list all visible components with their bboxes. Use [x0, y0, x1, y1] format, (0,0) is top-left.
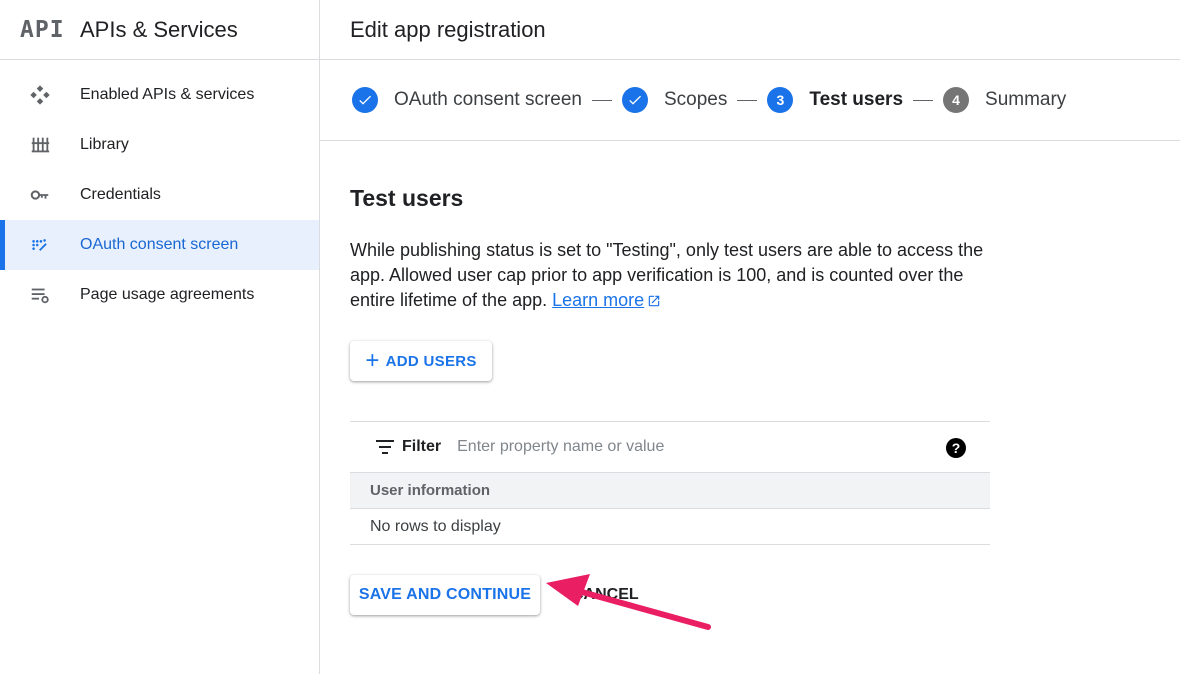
check-icon	[352, 87, 378, 113]
empty-table-message: No rows to display	[350, 509, 990, 545]
step-summary: 4 Summary	[943, 87, 1066, 113]
help-icon[interactable]: ?	[946, 438, 966, 458]
cancel-button[interactable]: CANCEL	[572, 586, 639, 604]
diamond-grid-icon	[0, 84, 80, 106]
step-separator	[913, 99, 934, 101]
sidebar-item-label: OAuth consent screen	[80, 236, 239, 253]
sidebar-item-label: Enabled APIs & services	[80, 86, 255, 103]
step-scopes[interactable]: Scopes	[622, 87, 727, 113]
sidebar-item-label: Page usage agreements	[80, 286, 255, 303]
page-title: Edit app registration	[350, 16, 546, 42]
description-text: While publishing status is set to "Testi…	[350, 240, 984, 310]
sidebar-item-credentials[interactable]: Credentials	[0, 170, 319, 220]
step-separator	[592, 99, 612, 101]
external-link-icon	[647, 290, 661, 315]
list-settings-icon	[0, 284, 80, 306]
step-separator	[737, 99, 758, 101]
main-panel: Edit app registration OAuth consent scre…	[320, 0, 1180, 674]
check-icon	[622, 87, 648, 113]
main-header: Edit app registration	[320, 0, 1180, 60]
sidebar-item-page-usage[interactable]: Page usage agreements	[0, 270, 319, 320]
step-test-users: 3 Test users	[767, 87, 903, 113]
add-users-button[interactable]: + ADD USERS	[350, 341, 492, 381]
add-users-label: ADD USERS	[385, 352, 477, 370]
step-number: 3	[767, 87, 794, 113]
sidebar: API APIs & Services Enabled APIs & servi…	[0, 0, 320, 674]
step-number: 4	[943, 87, 970, 113]
learn-more-link[interactable]: Learn more	[552, 290, 644, 310]
step-label: Scopes	[664, 89, 728, 110]
test-users-section: Test users While publishing status is se…	[320, 185, 1180, 615]
consent-dots-icon	[0, 234, 80, 256]
step-label: Test users	[809, 89, 904, 110]
step-label: Summary	[985, 89, 1067, 110]
plus-icon: +	[365, 347, 380, 374]
sidebar-item-label: Library	[80, 136, 129, 153]
sidebar-title: APIs & Services	[80, 16, 238, 42]
save-and-continue-button[interactable]: SAVE AND CONTINUE	[350, 575, 540, 615]
form-actions: SAVE AND CONTINUE CANCEL	[350, 575, 1180, 615]
sidebar-item-enabled-apis[interactable]: Enabled APIs & services	[0, 70, 319, 120]
api-logo: API	[20, 16, 65, 43]
test-users-table: Filter ? User information No rows to dis…	[350, 421, 990, 545]
section-description: While publishing status is set to "Testi…	[350, 238, 1000, 315]
filter-input[interactable]	[457, 438, 928, 456]
key-icon	[0, 184, 80, 206]
filter-icon	[376, 440, 394, 454]
filter-label: Filter	[402, 438, 442, 455]
sidebar-header: API APIs & Services	[0, 0, 319, 60]
sidebar-item-oauth-consent[interactable]: OAuth consent screen	[0, 220, 319, 270]
sidebar-item-library[interactable]: Library	[0, 120, 319, 170]
filter-bar: Filter ?	[350, 422, 990, 473]
column-header-user-information[interactable]: User information	[350, 473, 990, 509]
sidebar-item-label: Credentials	[80, 186, 161, 203]
library-icon	[0, 134, 80, 156]
step-label: OAuth consent screen	[394, 89, 582, 110]
sidebar-nav: Enabled APIs & services Library Credenti…	[0, 60, 319, 320]
section-title: Test users	[350, 185, 464, 211]
step-oauth-consent[interactable]: OAuth consent screen	[352, 87, 582, 113]
stepper: OAuth consent screen Scopes 3 Test users…	[320, 60, 1180, 141]
